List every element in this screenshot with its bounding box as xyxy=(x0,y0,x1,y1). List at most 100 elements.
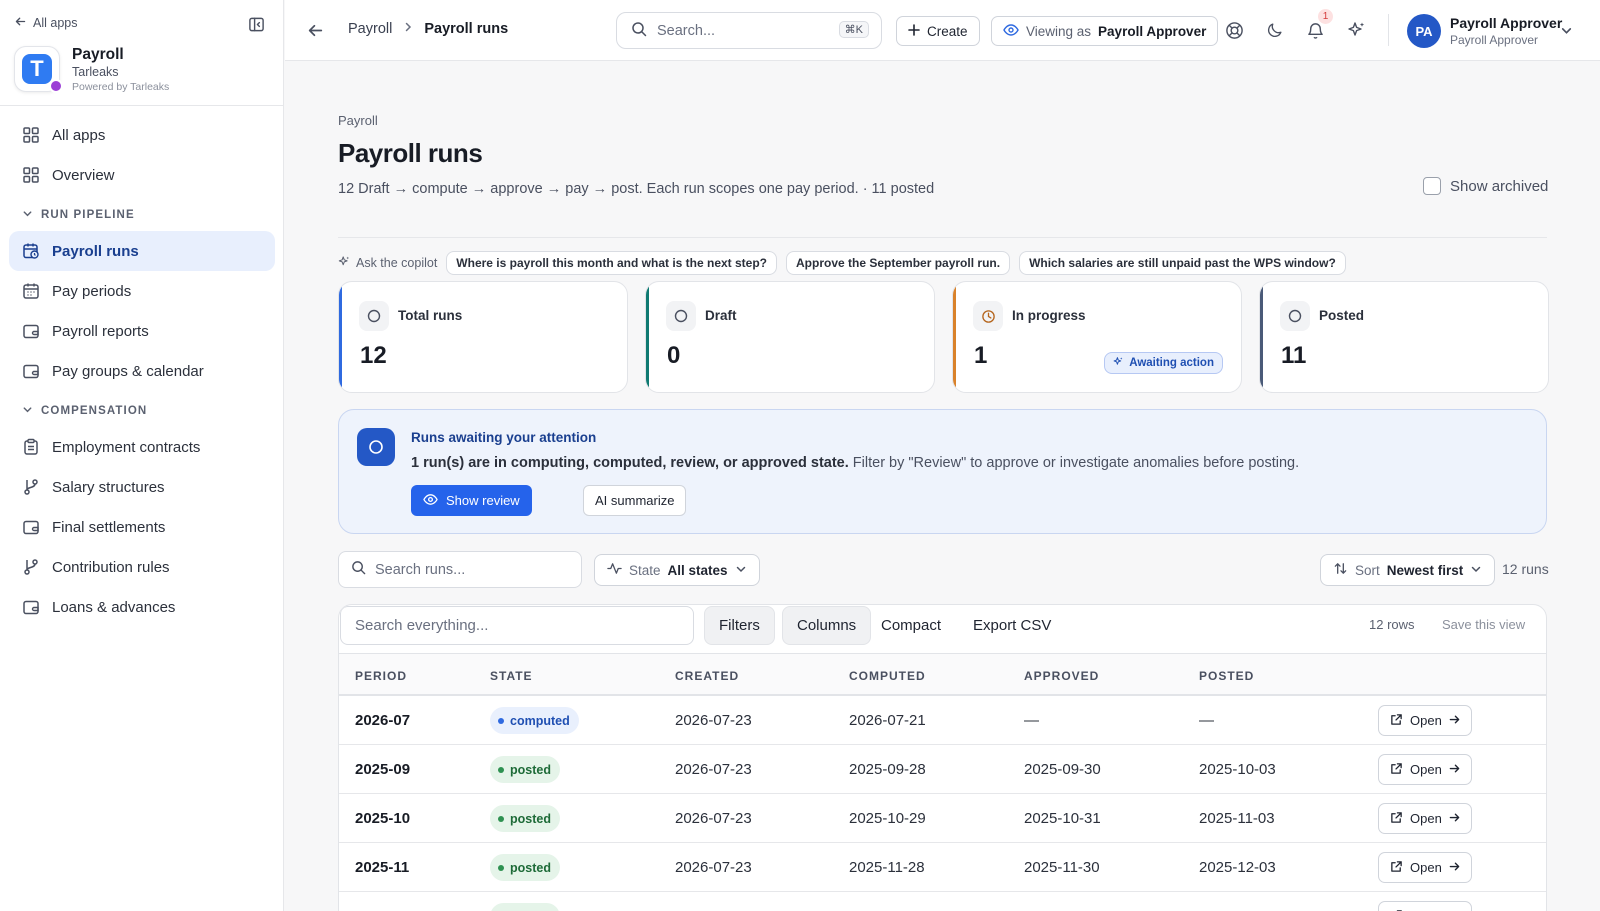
column-header-state[interactable]: STATE xyxy=(490,669,533,683)
show-review-button[interactable]: Show review xyxy=(411,485,532,516)
column-header-period[interactable]: PERIOD xyxy=(355,669,407,683)
all-apps-back-link[interactable]: All apps xyxy=(14,15,77,31)
open-run-button[interactable]: Open xyxy=(1378,754,1472,785)
column-header-computed[interactable]: COMPUTED xyxy=(849,669,926,683)
grid-icon xyxy=(22,166,40,184)
wallet-icon xyxy=(22,322,40,340)
user-menu-toggle[interactable] xyxy=(1558,22,1574,38)
stat-card-in-progress[interactable]: In progress 1 Awaiting action xyxy=(952,281,1242,393)
sidebar-item-contribution-rules[interactable]: Contribution rules xyxy=(9,547,275,587)
viewing-as-role: Payroll Approver xyxy=(1098,23,1207,39)
table-row[interactable]: posted Open xyxy=(339,892,1546,911)
filters-button[interactable]: Filters xyxy=(704,606,775,645)
state-filter-dropdown[interactable]: State All states xyxy=(594,554,760,586)
app-status-dot xyxy=(49,79,63,93)
status-dot xyxy=(498,815,504,822)
column-header-approved[interactable]: APPROVED xyxy=(1024,669,1099,683)
nav-section-compensation[interactable]: COMPENSATION xyxy=(9,395,275,427)
column-header-created[interactable]: CREATED xyxy=(675,669,739,683)
ai-summarize-button[interactable]: AI summarize xyxy=(583,485,687,516)
table-row[interactable]: 2025-11 posted 2026-07-23 2025-11-28 202… xyxy=(339,843,1546,892)
sidebar-item-pay-periods[interactable]: Pay periods xyxy=(9,271,275,311)
open-run-button[interactable]: Open xyxy=(1378,705,1472,736)
columns-button[interactable]: Columns xyxy=(782,606,872,645)
breadcrumb: Payroll Payroll runs xyxy=(348,21,508,37)
sidebar-item-all-apps[interactable]: All apps xyxy=(9,115,275,155)
state-filter-label: State xyxy=(629,562,661,578)
grid-icon xyxy=(22,126,40,144)
sidebar-item-overview[interactable]: Overview xyxy=(9,155,275,195)
compact-button[interactable]: Compact xyxy=(867,606,955,645)
plus-icon xyxy=(908,23,920,39)
cell-posted: 2025-11-03 xyxy=(1199,810,1275,827)
external-link-icon xyxy=(1390,713,1403,729)
open-run-label: Open xyxy=(1410,713,1442,728)
arrow-left-icon xyxy=(14,15,27,31)
sidebar-item-label: Payroll runs xyxy=(52,242,139,260)
sidebar-item-label: Employment contracts xyxy=(52,438,201,456)
lifebuoy-icon xyxy=(1225,21,1243,39)
show-archived-checkbox[interactable] xyxy=(1423,177,1441,195)
copilot-suggestion-chip[interactable]: Which salaries are still unpaid past the… xyxy=(1019,251,1346,275)
nav-section-run-pipeline[interactable]: RUN PIPELINE xyxy=(9,199,275,231)
export-csv-button[interactable]: Export CSV xyxy=(959,606,1065,645)
sidebar-item-loans-advances[interactable]: Loans & advances xyxy=(9,587,275,627)
open-run-button[interactable]: Open xyxy=(1378,803,1472,834)
collapse-sidebar-button[interactable] xyxy=(246,14,266,34)
nav-section-label: RUN PIPELINE xyxy=(41,209,135,221)
copilot-suggestion-chip[interactable]: Approve the September payroll run. xyxy=(786,251,1011,275)
table-row[interactable]: 2025-09 posted 2026-07-23 2025-09-28 202… xyxy=(339,745,1546,794)
stat-card-draft[interactable]: Draft 0 xyxy=(645,281,935,393)
page-eyebrow: Payroll xyxy=(338,113,378,128)
search-shortcut-hint: ⌘K xyxy=(838,21,869,38)
viewing-as-button[interactable]: Viewing as Payroll Approver xyxy=(991,16,1219,46)
open-run-button[interactable]: Open xyxy=(1378,901,1472,911)
copilot-suggestion-chip[interactable]: Where is payroll this month and what is … xyxy=(446,251,778,275)
create-button[interactable]: Create xyxy=(896,16,980,46)
user-role: Payroll Approver xyxy=(1450,33,1539,47)
all-apps-link-label: All apps xyxy=(33,16,78,30)
column-header-posted[interactable]: POSTED xyxy=(1199,669,1254,683)
table-header: PERIOD STATE CREATED COMPUTED APPROVED P… xyxy=(339,654,1546,696)
breadcrumb-payroll[interactable]: Payroll xyxy=(348,21,392,37)
sidebar-item-salary-structures[interactable]: Salary structures xyxy=(9,467,275,507)
show-archived-toggle[interactable]: Show archived xyxy=(1423,177,1548,195)
sidebar-item-pay-groups-calendar[interactable]: Pay groups & calendar xyxy=(9,351,275,391)
nav-section-label: COMPENSATION xyxy=(41,405,148,417)
attention-message-rest: Filter by "Review" to approve or investi… xyxy=(848,455,1300,471)
top-bar: Payroll Payroll runs Search... ⌘K Create… xyxy=(285,0,1600,61)
table-search-input[interactable]: Search everything... xyxy=(340,606,694,645)
back-button[interactable] xyxy=(305,20,325,40)
awaiting-action-label: Awaiting action xyxy=(1129,357,1214,369)
help-button[interactable] xyxy=(1223,19,1245,41)
runs-search-input[interactable]: Search runs... xyxy=(338,551,582,588)
cell-approved: 2025-10-31 xyxy=(1024,810,1101,827)
sidebar-item-payroll-reports[interactable]: Payroll reports xyxy=(9,311,275,351)
table-row[interactable]: 2026-07 computed 2026-07-23 2026-07-21 —… xyxy=(339,696,1546,745)
viewing-as-prefix: Viewing as xyxy=(1026,23,1092,39)
copilot-label-text: Ask the copilot xyxy=(356,256,438,270)
sparkles-icon xyxy=(1113,356,1124,370)
global-search-input[interactable]: Search... ⌘K xyxy=(616,12,882,49)
app-header: T Payroll Tarleaks Powered by Tarleaks xyxy=(14,46,169,93)
save-view-button[interactable]: Save this view xyxy=(1442,617,1525,632)
sidebar-item-payroll-runs[interactable]: Payroll runs xyxy=(9,231,275,271)
open-run-button[interactable]: Open xyxy=(1378,852,1472,883)
stat-value: 1 xyxy=(974,342,988,369)
sidebar-item-employment-contracts[interactable]: Employment contracts xyxy=(9,427,275,467)
sort-dropdown[interactable]: Sort Newest first xyxy=(1320,554,1496,586)
table-row[interactable]: 2025-10 posted 2026-07-23 2025-10-29 202… xyxy=(339,794,1546,843)
eye-icon xyxy=(1003,22,1019,41)
theme-toggle-button[interactable] xyxy=(1264,19,1286,41)
sidebar-item-label: Payroll reports xyxy=(52,322,149,340)
ai-assistant-button[interactable] xyxy=(1346,19,1368,41)
sidebar-item-final-settlements[interactable]: Final settlements xyxy=(9,507,275,547)
stat-card-total-runs[interactable]: Total runs 12 xyxy=(338,281,628,393)
state-badge-label: posted xyxy=(510,860,551,875)
app-title: Payroll xyxy=(72,46,124,63)
sidebar-item-label: Loans & advances xyxy=(52,598,176,616)
user-avatar[interactable]: PA xyxy=(1407,14,1441,48)
stat-card-posted[interactable]: Posted 11 xyxy=(1259,281,1549,393)
stat-card-accent xyxy=(646,282,649,392)
page-title: Payroll runs xyxy=(338,138,483,168)
